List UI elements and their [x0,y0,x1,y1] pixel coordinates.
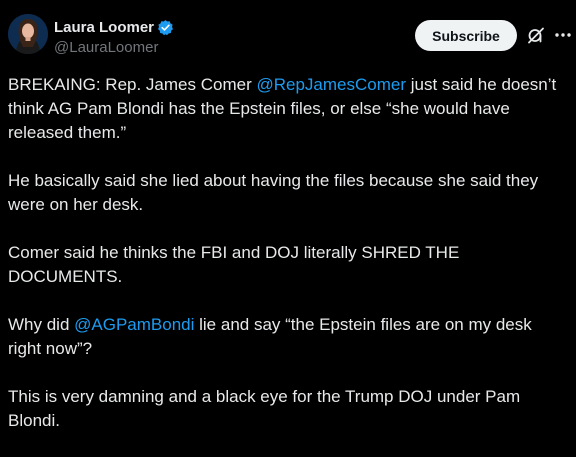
tweet-text: BREKAING: Rep. James Comer @RepJamesCome… [8,73,568,457]
paragraph-text: Why did [8,315,75,334]
more-options-icon[interactable] [553,25,573,45]
grok-icon[interactable] [526,25,546,45]
avatar[interactable] [8,14,48,54]
tweet-paragraph-1: BREKAING: Rep. James Comer @RepJamesCome… [8,73,568,145]
verified-badge-icon[interactable] [157,19,174,36]
tweet-paragraph-4: Why did @AGPamBondi lie and say “the Eps… [8,313,568,361]
tweet-paragraph-3: Comer said he thinks the FBI and DOJ lit… [8,243,460,286]
author-handle[interactable]: @LauraLoomer [54,39,174,56]
avatar-image [8,14,48,54]
author-names: Laura Loomer @LauraLoomer [54,18,174,56]
display-name[interactable]: Laura Loomer [54,19,154,36]
paragraph-text: BREKAING: Rep. James Comer [8,75,257,94]
tweet-paragraph-2: He basically said she lied about having … [8,171,539,214]
display-name-row: Laura Loomer [54,18,174,36]
tweet-header: Laura Loomer @LauraLoomer Subscribe [8,14,571,58]
tweet: Laura Loomer @LauraLoomer Subscribe BREK… [0,0,576,430]
subscribe-button[interactable]: Subscribe [415,20,517,51]
tweet-paragraph-5: This is very damning and a black eye for… [8,387,521,430]
mention-link-agpambondi[interactable]: @AGPamBondi [74,315,194,334]
mention-link-repjamescomer[interactable]: @RepJamesComer [256,75,406,94]
